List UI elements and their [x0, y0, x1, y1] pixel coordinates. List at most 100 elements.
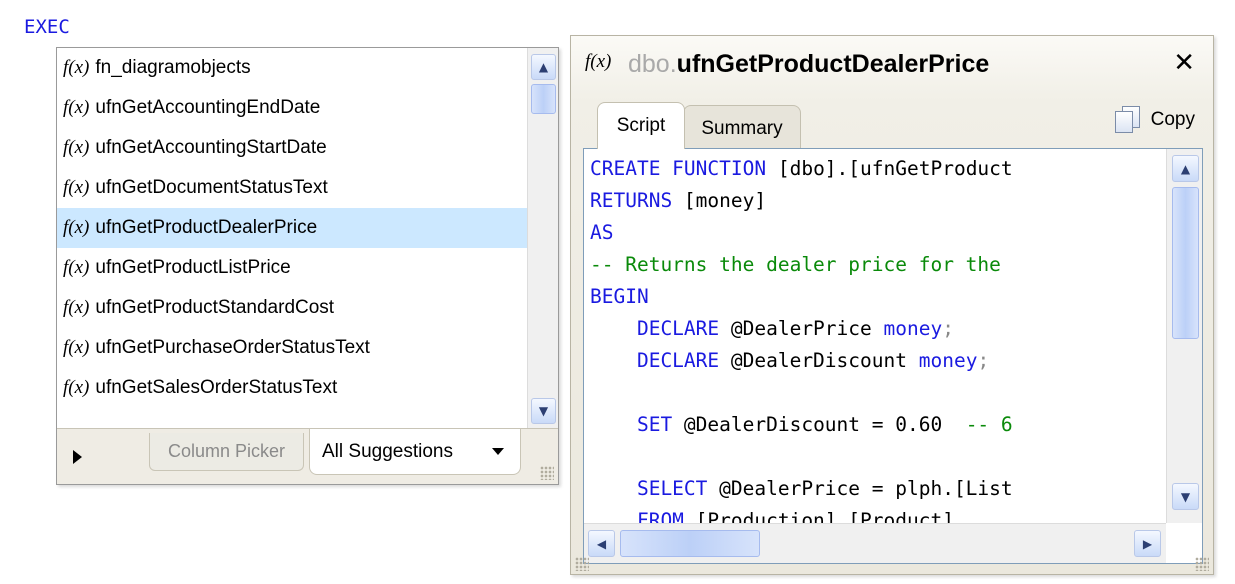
resize-grip-icon[interactable] — [1195, 557, 1209, 571]
list-item-label: fn_diagramobjects — [95, 57, 251, 78]
code-line: DECLARE @DealerPrice money; — [590, 313, 1162, 345]
script-scroll-left-button[interactable]: ◀ — [588, 530, 615, 557]
function-name: ufnGetProductDealerPrice — [676, 50, 990, 78]
function-icon: f(x) — [63, 297, 90, 318]
code-line: DECLARE @DealerDiscount money; — [590, 345, 1162, 377]
code-token: money — [883, 317, 943, 340]
code-line: -- Returns the dealer price for the — [590, 249, 1162, 281]
script-scroll-down-button[interactable]: ▼ — [1172, 483, 1199, 510]
code-token: [dbo].[ufnGetProduct — [766, 157, 1013, 180]
close-icon[interactable]: ✕ — [1173, 48, 1195, 78]
script-vertical-scrollbar[interactable]: ▲ ▼ — [1166, 149, 1202, 523]
list-item[interactable]: f(x) ufnGetProductListPrice — [57, 248, 527, 288]
tab-summary[interactable]: Summary — [683, 105, 801, 152]
expand-arrow-icon[interactable] — [73, 450, 82, 464]
tab-summary-label: Summary — [701, 118, 783, 139]
function-icon: f(x) — [63, 337, 90, 358]
function-icon: f(x) — [63, 57, 90, 78]
script-scroll-up-button[interactable]: ▲ — [1172, 155, 1199, 182]
preview-tabbar: Script Summary Copy — [571, 100, 1213, 152]
code-token: money — [918, 349, 978, 372]
resize-grip-icon[interactable] — [540, 466, 554, 480]
script-vscroll-thumb[interactable] — [1172, 187, 1199, 339]
list-item-label: ufnGetSalesOrderStatusText — [95, 377, 338, 398]
function-icon: f(x) — [63, 97, 90, 118]
code-token: SELECT — [590, 477, 708, 500]
code-line: SET @DealerDiscount = 0.60 -- 6 — [590, 409, 1162, 441]
code-line: SELECT @DealerPrice = plph.[List — [590, 473, 1162, 505]
list-item[interactable]: f(x) ufnGetAccountingStartDate — [57, 128, 527, 168]
list-item[interactable]: f(x) ufnGetPurchaseOrderStatusText — [57, 328, 527, 368]
list-item-label: ufnGetPurchaseOrderStatusText — [95, 337, 370, 358]
list-item-label: ufnGetProductListPrice — [95, 257, 291, 278]
list-item-label: ufnGetAccountingStartDate — [95, 137, 327, 158]
dropdown-arrow-icon[interactable] — [492, 448, 504, 455]
code-token: SET — [590, 413, 673, 436]
suggestion-scrollbar[interactable]: ▲ ▼ — [527, 48, 558, 428]
scroll-down-button[interactable]: ▼ — [531, 398, 556, 424]
list-item[interactable]: f(x) ufnGetProductStandardCost — [57, 288, 527, 328]
tab-column-picker[interactable]: Column Picker — [149, 433, 304, 471]
script-viewer[interactable]: CREATE FUNCTION [dbo].[ufnGetProduct RETU… — [583, 148, 1203, 564]
code-token: -- Returns the dealer price for the — [590, 253, 1001, 276]
scroll-up-button[interactable]: ▲ — [531, 54, 556, 80]
list-item[interactable]: f(x) fn_diagramobjects — [57, 48, 527, 88]
list-item-label: ufnGetDocumentStatusText — [95, 177, 328, 198]
suggestion-footer: Column Picker All Suggestions — [57, 428, 558, 484]
chevron-down-icon: ▼ — [1180, 489, 1191, 504]
code-token: RETURNS — [590, 189, 673, 212]
chevron-right-icon: ▶ — [1142, 536, 1153, 551]
resize-grip-left-icon[interactable] — [575, 557, 589, 571]
chevron-up-icon: ▲ — [1180, 161, 1191, 176]
schema-name: dbo. — [628, 50, 677, 78]
list-item[interactable]: f(x) ufnGetDocumentStatusText — [57, 168, 527, 208]
code-token: FROM — [590, 509, 684, 523]
list-item-label: ufnGetAccountingEndDate — [95, 97, 321, 118]
code-token: @DealerDiscount = 0.60 — [672, 413, 966, 436]
tab-script[interactable]: Script — [597, 102, 685, 149]
definition-preview-popup: f(x) dbo.ufnGetProductDealerPrice ✕ Scri… — [570, 35, 1214, 575]
function-icon: f(x) — [63, 177, 90, 198]
list-item[interactable]: f(x) ufnGetSalesOrderStatusText — [57, 368, 527, 408]
tab-script-label: Script — [616, 115, 666, 136]
chevron-up-icon: ▲ — [538, 60, 549, 74]
suggestion-popup: f(x) fn_diagramobjects f(x) ufnGetAccountin… — [56, 47, 559, 485]
code-token: -- 6 — [965, 413, 1013, 436]
script-scroll-right-button[interactable]: ▶ — [1134, 530, 1161, 557]
preview-title: dbo.ufnGetProductDealerPrice — [628, 50, 989, 79]
script-horizontal-scrollbar[interactable]: ◀ ▶ — [584, 523, 1166, 563]
tab-column-picker-label: Column Picker — [167, 441, 286, 461]
code-line: AS — [590, 217, 1162, 249]
code-token: ; — [942, 317, 954, 340]
code-token: CREATE FUNCTION — [590, 157, 767, 180]
function-icon: f(x) — [63, 217, 90, 238]
tab-all-suggestions[interactable]: All Suggestions — [309, 429, 521, 475]
code-token: AS — [590, 221, 614, 244]
code-token: [Production].[Product] — [683, 509, 954, 523]
copy-button[interactable]: Copy — [1114, 106, 1195, 134]
copy-icon — [1114, 106, 1141, 134]
list-item-label: ufnGetProductDealerPrice — [95, 217, 318, 238]
function-icon: f(x) — [585, 51, 612, 72]
suggestion-list: f(x) fn_diagramobjects f(x) ufnGetAccountin… — [57, 48, 527, 428]
function-icon: f(x) — [63, 377, 90, 398]
chevron-left-icon: ◀ — [596, 536, 607, 551]
code-token: BEGIN — [590, 285, 649, 308]
code-line: RETURNS [money] — [590, 185, 1162, 217]
tab-all-suggestions-label: All Suggestions — [322, 440, 453, 462]
chevron-down-icon: ▼ — [538, 404, 549, 418]
scroll-thumb[interactable] — [531, 84, 556, 114]
copy-label: Copy — [1150, 109, 1195, 130]
code-token: @DealerPrice — [719, 317, 884, 340]
code-token: @DealerDiscount — [719, 349, 919, 372]
script-code: CREATE FUNCTION [dbo].[ufnGetProduct RETU… — [590, 153, 1162, 523]
list-item[interactable]: f(x) ufnGetAccountingEndDate — [57, 88, 527, 128]
script-hscroll-thumb[interactable] — [620, 530, 760, 557]
function-icon: f(x) — [63, 137, 90, 158]
code-line: CREATE FUNCTION [dbo].[ufnGetProduct — [590, 153, 1162, 185]
function-icon: f(x) — [63, 257, 90, 278]
exec-keyword: EXEC — [24, 16, 70, 38]
list-item[interactable]: f(x) ufnGetProductDealerPrice — [57, 208, 527, 248]
